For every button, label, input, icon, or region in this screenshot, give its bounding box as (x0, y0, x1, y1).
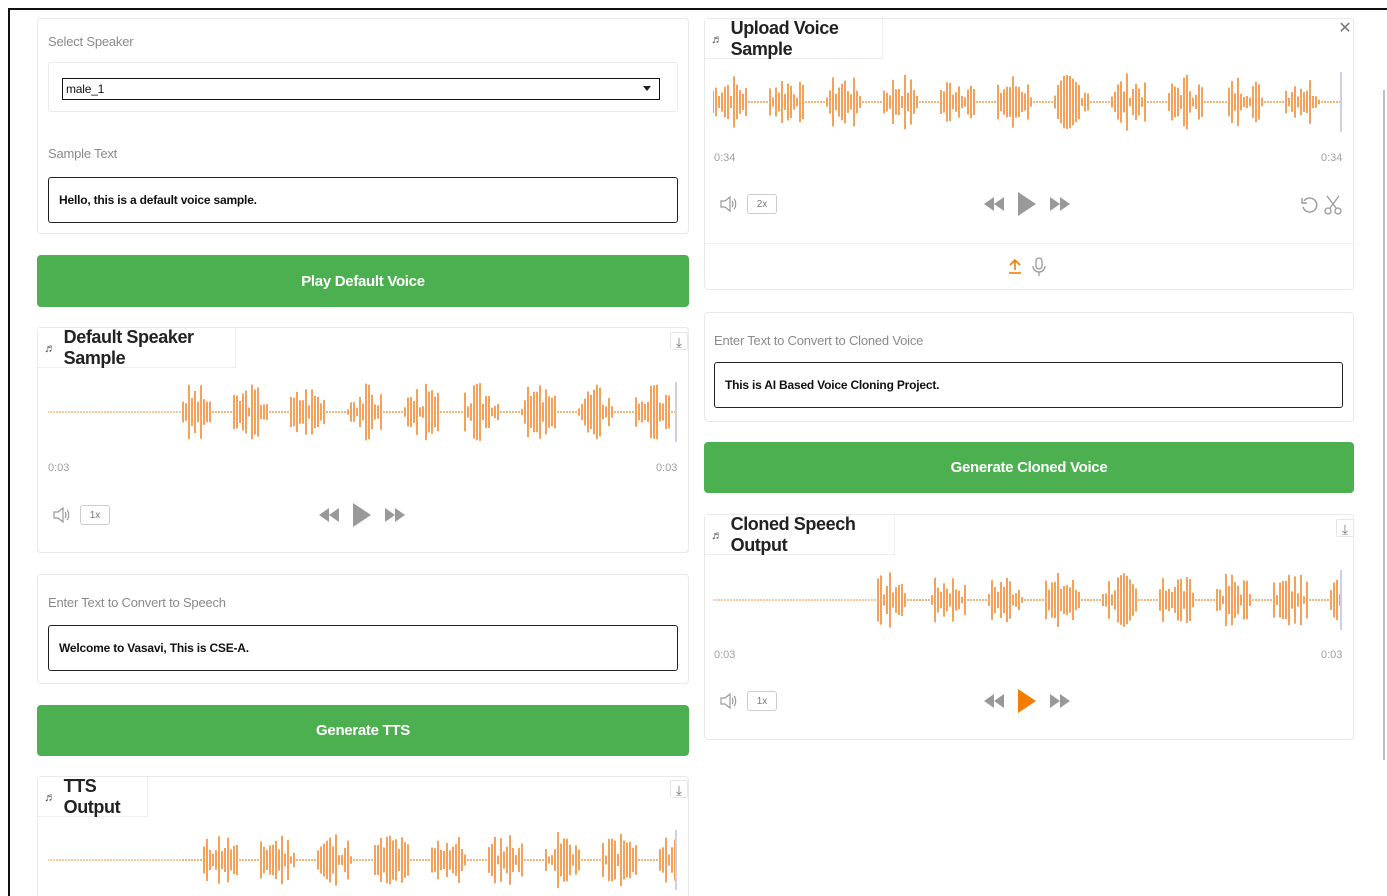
scrollbar[interactable] (1383, 90, 1385, 760)
download-icon[interactable]: ⤓ (670, 332, 688, 350)
upload-source-bar (705, 243, 1353, 244)
fast-forward-icon[interactable] (384, 507, 406, 523)
time-start: 0:03 (714, 649, 736, 661)
playback-rate-button[interactable]: 1x (80, 505, 110, 525)
clone-input-label: Enter Text to Convert to Cloned Voice (714, 333, 924, 348)
rewind-icon[interactable] (983, 196, 1005, 212)
select-speaker-label: Select Speaker (48, 34, 134, 49)
default-speaker-sample-title-text: Default Speaker Sample (63, 326, 194, 368)
microphone-icon[interactable] (1032, 257, 1046, 277)
time-end: 0:34 (1321, 152, 1343, 164)
waveform[interactable] (713, 568, 1343, 632)
time-start: 0:34 (714, 152, 736, 164)
volume-icon[interactable] (719, 196, 737, 212)
transport-controls (983, 688, 1071, 714)
music-note-icon: ♬ (44, 789, 56, 804)
rewind-icon[interactable] (318, 507, 340, 523)
fast-forward-icon[interactable] (1049, 196, 1071, 212)
music-note-icon: ♬ (711, 31, 723, 46)
scissors-icon[interactable] (1324, 195, 1342, 215)
undo-icon[interactable] (1300, 196, 1318, 214)
speaker-select-value: male_1 (66, 82, 105, 96)
time-end: 0:03 (656, 462, 678, 474)
transport-controls (318, 502, 406, 528)
cloned-speech-output-title-text: Cloned Speech Output (730, 513, 856, 555)
time-end: 0:03 (1321, 649, 1343, 661)
playback-rate-button[interactable]: 2x (747, 194, 777, 214)
cloned-speech-output-title: ♬ Cloned Speech Output (705, 513, 895, 555)
speaker-select[interactable]: male_1 (62, 78, 660, 100)
download-icon[interactable]: ⤓ (670, 780, 688, 798)
play-icon[interactable] (1017, 688, 1037, 714)
music-note-icon: ♬ (711, 527, 723, 542)
tts-output-title: ♬ TTS Output (38, 775, 148, 817)
close-icon[interactable]: ✕ (1336, 20, 1354, 38)
chevron-down-icon (643, 86, 651, 91)
generate-cloned-voice-button[interactable]: Generate Cloned Voice (704, 442, 1354, 493)
sample-text-label: Sample Text (48, 146, 118, 161)
upload-voice-sample-title: ♬ Upload Voice Sample (705, 17, 883, 59)
generate-tts-button[interactable]: Generate TTS (37, 705, 689, 756)
tts-output-title-text: TTS Output (63, 775, 121, 817)
fast-forward-icon[interactable] (1049, 693, 1071, 709)
sample-text-input[interactable]: Hello, this is a default voice sample. (48, 177, 678, 223)
waveform[interactable] (713, 70, 1343, 134)
play-icon[interactable] (1017, 191, 1037, 217)
play-default-voice-button[interactable]: Play Default Voice (37, 255, 689, 307)
rewind-icon[interactable] (983, 693, 1005, 709)
tts-input-label: Enter Text to Convert to Speech (48, 595, 226, 610)
default-speaker-sample-title: ♬ Default Speaker Sample (38, 326, 236, 368)
tts-text-input[interactable]: Welcome to Vasavi, This is CSE-A. (48, 625, 678, 671)
volume-icon[interactable] (719, 693, 737, 709)
transport-controls (983, 191, 1071, 217)
clone-text-input[interactable]: This is AI Based Voice Cloning Project. (714, 362, 1343, 408)
play-icon[interactable] (352, 502, 372, 528)
waveform[interactable] (48, 380, 678, 444)
upload-voice-sample-title-text: Upload Voice Sample (730, 17, 839, 59)
waveform[interactable] (48, 828, 678, 892)
time-start: 0:03 (48, 462, 70, 474)
download-icon[interactable]: ⤓ (1336, 519, 1354, 537)
volume-icon[interactable] (52, 507, 70, 523)
playback-rate-button[interactable]: 1x (747, 691, 777, 711)
upload-icon[interactable] (1007, 258, 1023, 276)
music-note-icon: ♬ (44, 340, 56, 355)
